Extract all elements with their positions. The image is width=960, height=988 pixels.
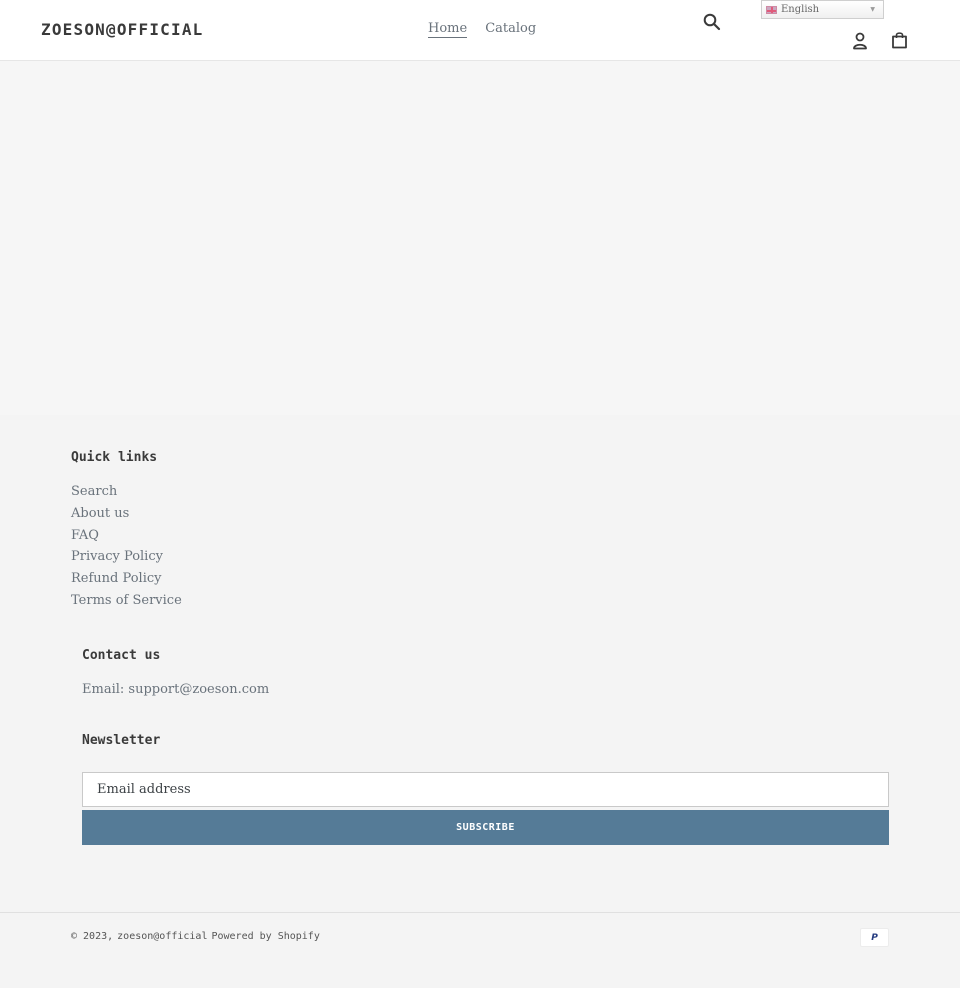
uk-flag-icon bbox=[766, 5, 777, 14]
footer-link-about[interactable]: About us bbox=[71, 506, 129, 521]
list-item: About us bbox=[71, 506, 182, 528]
language-selector[interactable]: English ▼ bbox=[761, 0, 884, 19]
quick-links-heading: Quick links bbox=[71, 450, 158, 465]
shopping-bag-icon bbox=[891, 32, 907, 49]
list-item: Search bbox=[71, 484, 182, 506]
list-item: Privacy Policy bbox=[71, 549, 182, 571]
footer-link-faq[interactable]: FAQ bbox=[71, 528, 99, 543]
nav-home[interactable]: Home bbox=[428, 21, 468, 38]
paypal-icon: P bbox=[860, 928, 889, 947]
site-header: ZOESON@OFFICIAL Home Catalog English ▼ bbox=[0, 0, 960, 61]
account-button[interactable] bbox=[849, 30, 871, 52]
contact-heading: Contact us bbox=[82, 648, 161, 663]
nav-catalog[interactable]: Catalog bbox=[485, 21, 536, 38]
store-logo[interactable]: ZOESON@OFFICIAL bbox=[41, 20, 204, 39]
list-item: FAQ bbox=[71, 528, 182, 550]
store-link[interactable]: zoeson@official bbox=[117, 931, 207, 942]
main-content bbox=[0, 61, 960, 415]
copyright: © 2023, zoeson@official Powered by Shopi… bbox=[71, 931, 320, 942]
user-icon bbox=[853, 32, 867, 50]
footer-link-terms[interactable]: Terms of Service bbox=[71, 593, 182, 608]
copyright-prefix: © 2023, bbox=[71, 931, 114, 942]
list-item: Refund Policy bbox=[71, 571, 182, 593]
footer-divider bbox=[0, 912, 960, 913]
newsletter-email-input[interactable] bbox=[82, 772, 889, 807]
footer-link-privacy[interactable]: Privacy Policy bbox=[71, 549, 163, 564]
list-item: Terms of Service bbox=[71, 593, 182, 615]
search-button[interactable] bbox=[701, 11, 723, 33]
powered-by-link[interactable]: Powered by Shopify bbox=[211, 931, 319, 942]
footer-link-refund[interactable]: Refund Policy bbox=[71, 571, 161, 586]
cart-button[interactable] bbox=[888, 29, 910, 51]
search-icon bbox=[703, 13, 721, 31]
subscribe-button[interactable]: SUBSCRIBE bbox=[82, 810, 889, 845]
contact-email: Email: support@zoeson.com bbox=[82, 682, 270, 697]
language-selected: English bbox=[781, 4, 820, 15]
footer-link-search[interactable]: Search bbox=[71, 484, 117, 499]
newsletter-heading: Newsletter bbox=[82, 733, 161, 748]
main-nav: Home Catalog bbox=[428, 21, 536, 38]
dropdown-caret-icon: ▼ bbox=[870, 6, 875, 13]
quick-links-list: Search About us FAQ Privacy Policy Refun… bbox=[71, 484, 182, 615]
